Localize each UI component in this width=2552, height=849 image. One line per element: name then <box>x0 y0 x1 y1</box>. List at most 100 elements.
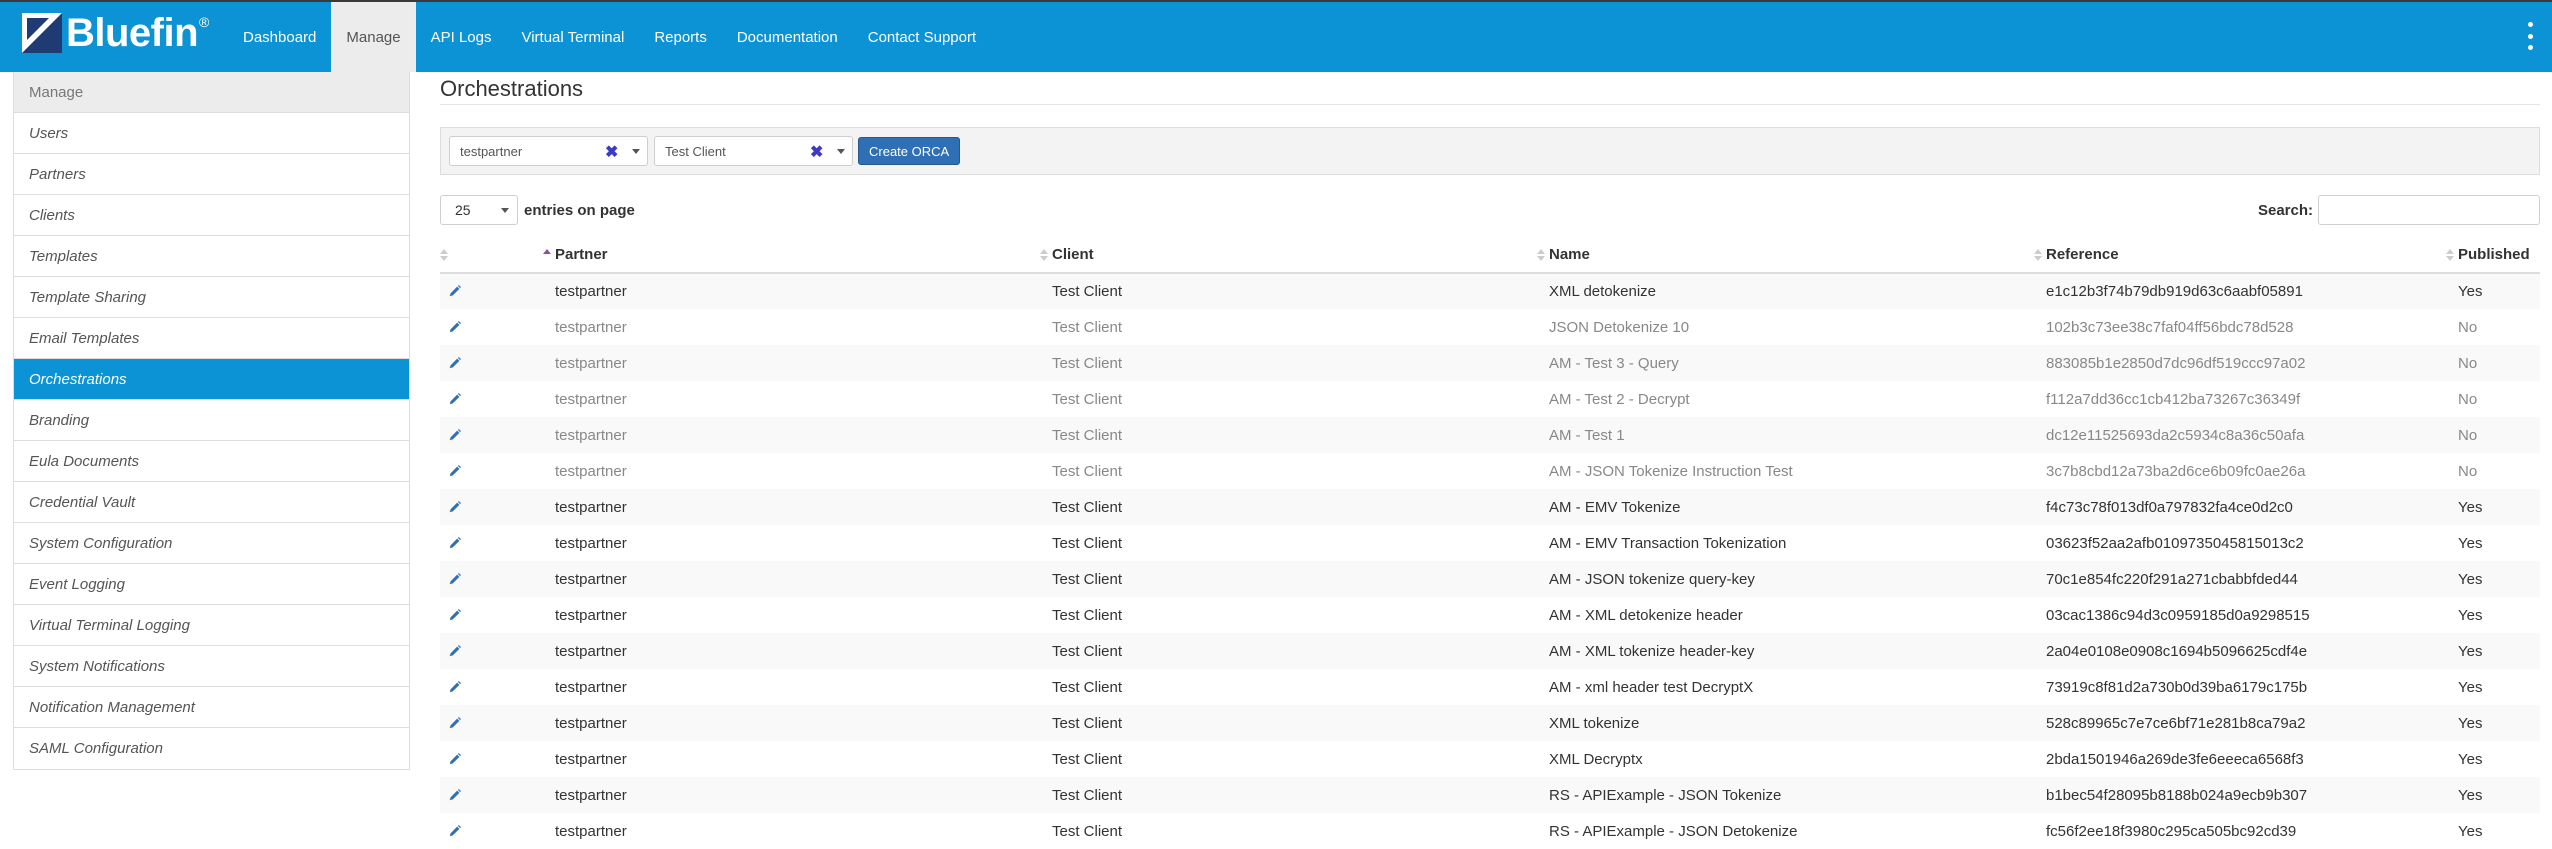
pencil-icon[interactable] <box>448 464 464 480</box>
cell-client: Test Client <box>1040 273 1537 309</box>
cell-reference: 03623f52aa2afb0109735045815013c2 <box>2046 534 2304 552</box>
column-header-published[interactable]: Published <box>2446 237 2540 274</box>
pencil-icon[interactable] <box>448 788 464 804</box>
sort-icon <box>1040 249 1048 261</box>
nav-item-api-logs[interactable]: API Logs <box>416 2 507 72</box>
nav-item-virtual-terminal[interactable]: Virtual Terminal <box>506 2 639 72</box>
cell-reference: 883085b1e2850d7dc96df519ccc97a02 <box>2034 345 2446 381</box>
sidebar-item-branding[interactable]: Branding <box>14 400 409 441</box>
page-size-value: 25 <box>455 202 471 218</box>
column-header-partner[interactable]: Partner <box>543 237 1040 274</box>
column-header-name-label: Name <box>1549 246 1590 263</box>
column-header-actions[interactable] <box>440 237 543 274</box>
pencil-icon[interactable] <box>448 284 464 300</box>
cell-published: Yes <box>2458 606 2483 624</box>
table-row: testpartner Test Client AM - xml header te… <box>440 669 2540 705</box>
cell-partner: testpartner <box>555 750 627 768</box>
cell-client: Test Client <box>1052 678 1123 696</box>
column-header-name[interactable]: Name <box>1537 237 2034 274</box>
pencil-icon[interactable] <box>448 572 464 588</box>
nav-item-documentation[interactable]: Documentation <box>722 2 853 72</box>
pencil-icon[interactable] <box>448 500 464 516</box>
brand-name: Bluefin <box>66 10 199 55</box>
table-row: testpartner Test Client AM - Test 3 - Quer… <box>440 345 2540 381</box>
table-row: testpartner Test Client AM - JSON tokenize… <box>440 561 2540 597</box>
nav-item-contact-support[interactable]: Contact Support <box>853 2 991 72</box>
pencil-icon[interactable] <box>448 644 464 660</box>
page-size-select[interactable]: 25 <box>440 195 518 225</box>
pencil-icon[interactable] <box>448 752 464 768</box>
pencil-icon[interactable] <box>448 320 464 336</box>
cell-reference: f112a7dd36cc1cb412ba73267c36349f <box>2046 390 2301 408</box>
cell-name: AM - XML detokenize header <box>1549 606 1743 624</box>
partner-clear-x-icon[interactable]: ✖ <box>605 142 618 162</box>
cell-reference: 2bda1501946a269de3fe6eeeca6568f3 <box>2046 750 2304 768</box>
cell-published: No <box>2446 417 2540 453</box>
nav-item-dashboard[interactable]: Dashboard <box>228 2 331 72</box>
pencil-icon[interactable] <box>448 824 464 840</box>
cell-reference: f4c73c78f013df0a797832fa4ce0d2c0 <box>2034 489 2446 525</box>
pencil-icon[interactable] <box>448 392 464 408</box>
sidebar-item-users[interactable]: Users <box>14 113 409 154</box>
edit-cell <box>440 417 543 453</box>
search-input[interactable] <box>2318 195 2540 225</box>
table-row: testpartner Test Client JSON Detokenize 10… <box>440 309 2540 345</box>
cell-name: AM - Test 2 - Decrypt <box>1549 390 1690 408</box>
partner-select[interactable]: testpartner ✖ <box>449 136 648 166</box>
sidebar-item-event-logging[interactable]: Event Logging <box>14 564 409 605</box>
sidebar-item-partners[interactable]: Partners <box>14 154 409 195</box>
cell-reference: e1c12b3f74b79db919d63c6aabf05891 <box>2034 273 2446 309</box>
sidebar-header: Manage <box>14 72 409 113</box>
sidebar-item-clients[interactable]: Clients <box>14 195 409 236</box>
table-row: testpartner Test Client XML detokenize e1c1… <box>440 273 2540 309</box>
cell-published: Yes <box>2446 705 2540 741</box>
sidebar-item-system-notifications[interactable]: System Notifications <box>14 646 409 687</box>
sidebar-item-email-templates[interactable]: Email Templates <box>14 318 409 359</box>
sidebar-item-system-configuration[interactable]: System Configuration <box>14 523 409 564</box>
create-orca-button[interactable]: Create ORCA <box>858 137 961 165</box>
pencil-icon[interactable] <box>448 680 464 696</box>
table-row: testpartner Test Client AM - EMV Tokenize f… <box>440 489 2540 525</box>
sidebar-item-credential-vault[interactable]: Credential Vault <box>14 482 409 523</box>
sidebar-item-eula-documents[interactable]: Eula Documents <box>14 441 409 482</box>
table-row: testpartner Test Client AM - Test 2 - Decr… <box>440 381 2540 417</box>
bluefin-logo[interactable]: Bluefin ® <box>22 10 209 55</box>
edit-cell <box>440 777 543 813</box>
cell-reference: 03cac1386c94d3c0959185d0a9298515 <box>2046 606 2310 624</box>
pencil-icon[interactable] <box>448 608 464 624</box>
sidebar-item-orchestrations[interactable]: Orchestrations <box>14 359 409 400</box>
nav-item-manage[interactable]: Manage <box>331 2 416 72</box>
sort-icon <box>440 249 448 261</box>
partner-caret-down-icon[interactable] <box>632 149 640 154</box>
edit-cell <box>440 381 543 417</box>
cell-published: Yes <box>2458 534 2483 552</box>
kebab-menu-icon[interactable] <box>2528 22 2534 50</box>
sidebar-item-templates[interactable]: Templates <box>14 236 409 277</box>
table-row: testpartner Test Client AM - Test 1 dc12e11… <box>440 417 2540 453</box>
table-row: testpartner Test Client AM - XML detokeniz… <box>440 597 2540 633</box>
sidebar-item-template-sharing[interactable]: Template Sharing <box>14 277 409 318</box>
edit-cell <box>440 669 543 705</box>
client-caret-down-icon[interactable] <box>837 149 845 154</box>
cell-partner: testpartner <box>555 390 627 408</box>
sidebar-item-notification-management[interactable]: Notification Management <box>14 687 409 728</box>
client-clear-x-icon[interactable]: ✖ <box>810 142 823 162</box>
cell-published: No <box>2458 318 2478 336</box>
nav-item-reports[interactable]: Reports <box>639 2 722 72</box>
client-select[interactable]: Test Client ✖ <box>654 136 853 166</box>
sidebar-item-virtual-terminal-logging[interactable]: Virtual Terminal Logging <box>14 605 409 646</box>
main-nav: Dashboard Manage API Logs Virtual Termin… <box>228 2 991 72</box>
pencil-icon[interactable] <box>448 356 464 372</box>
column-header-client[interactable]: Client <box>1040 237 1537 274</box>
column-header-reference[interactable]: Reference <box>2034 237 2446 274</box>
cell-published: Yes <box>2458 822 2483 840</box>
cell-client: Test Client <box>1040 777 1537 813</box>
pencil-icon[interactable] <box>448 428 464 444</box>
cell-name: XML Decryptx <box>1549 750 1643 768</box>
pencil-icon[interactable] <box>448 716 464 732</box>
sort-asc-icon <box>543 249 551 261</box>
pencil-icon[interactable] <box>448 536 464 552</box>
cell-partner: testpartner <box>555 534 627 552</box>
sidebar-item-saml-configuration[interactable]: SAML Configuration <box>14 728 409 769</box>
filter-bar: testpartner ✖ Test Client ✖ Create ORCA <box>440 127 2540 175</box>
